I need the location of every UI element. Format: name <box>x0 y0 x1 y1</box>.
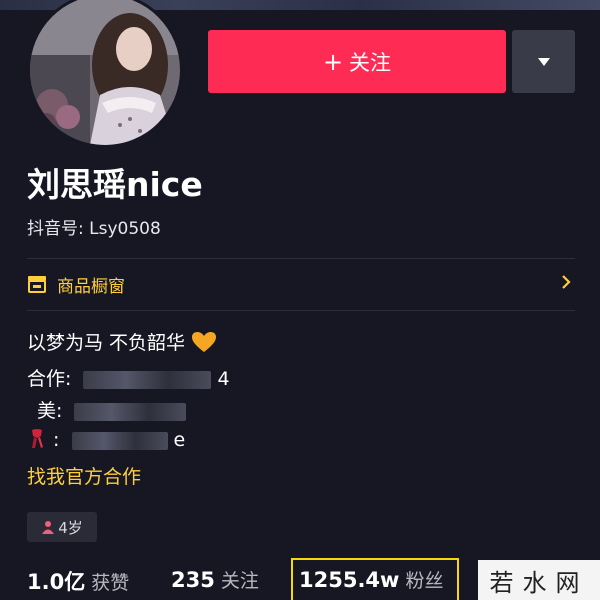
female-person-icon <box>42 521 55 534</box>
site-watermark: 若水网 <box>478 560 600 600</box>
bio-line: 美: <box>27 396 187 423</box>
blurred-contact <box>71 431 168 450</box>
plus-icon: + <box>322 47 344 76</box>
bio-line: : e <box>27 428 185 451</box>
followers-label: 粉丝 <box>405 570 444 592</box>
profile-page: + 关注 刘思瑶nice 抖音号: Lsy0508 商品橱窗 以梦为马 不负韶华… <box>0 0 600 600</box>
bio-line: 以梦为马 不负韶华 <box>27 328 217 355</box>
shop-icon <box>28 276 46 293</box>
bio-motto: 以梦为马 不负韶华 <box>27 332 186 354</box>
bio-scarf-label: : <box>53 429 60 451</box>
age-tag: 4岁 <box>27 512 97 542</box>
bio-coop-suffix: 4 <box>217 368 230 390</box>
following-label: 关注 <box>220 570 259 592</box>
divider <box>27 310 575 311</box>
follow-button[interactable]: + 关注 <box>208 30 506 93</box>
orange-heart-icon <box>192 332 217 352</box>
avatar[interactable] <box>27 0 183 148</box>
following-count: 235 <box>171 568 215 592</box>
product-showcase-row[interactable]: 商品橱窗 <box>27 258 575 310</box>
following-stat[interactable]: 235 关注 <box>171 566 259 593</box>
douyin-id: 抖音号: Lsy0508 <box>27 219 161 239</box>
avatar-image <box>30 0 180 145</box>
blurred-contact <box>83 370 212 389</box>
showcase-label: 商品橱窗 <box>57 276 125 297</box>
followers-count: 1255.4w <box>299 568 400 592</box>
bio-coop-label: 合作: <box>27 368 72 390</box>
followers-stat[interactable]: 1255.4w 粉丝 <box>299 566 443 593</box>
likes-count: 1.0亿 <box>27 570 86 594</box>
age-label: 4岁 <box>58 518 83 537</box>
bio-beauty-label: 美: <box>37 400 63 422</box>
profile-name: 刘思瑶nice <box>27 165 203 204</box>
likes-label: 获赞 <box>91 572 130 594</box>
likes-stat[interactable]: 1.0亿 获赞 <box>27 566 129 596</box>
chevron-right-icon <box>562 275 571 289</box>
follow-label: 关注 <box>349 50 392 75</box>
scarf-icon <box>32 429 43 448</box>
caret-down-icon <box>537 57 550 66</box>
bio-line: 合作: 4 <box>27 364 230 391</box>
more-options-button[interactable] <box>512 30 575 93</box>
blurred-contact <box>74 402 187 421</box>
official-cooperation-link[interactable]: 找我官方合作 <box>27 462 141 489</box>
bio-scarf-suffix: e <box>173 429 186 451</box>
